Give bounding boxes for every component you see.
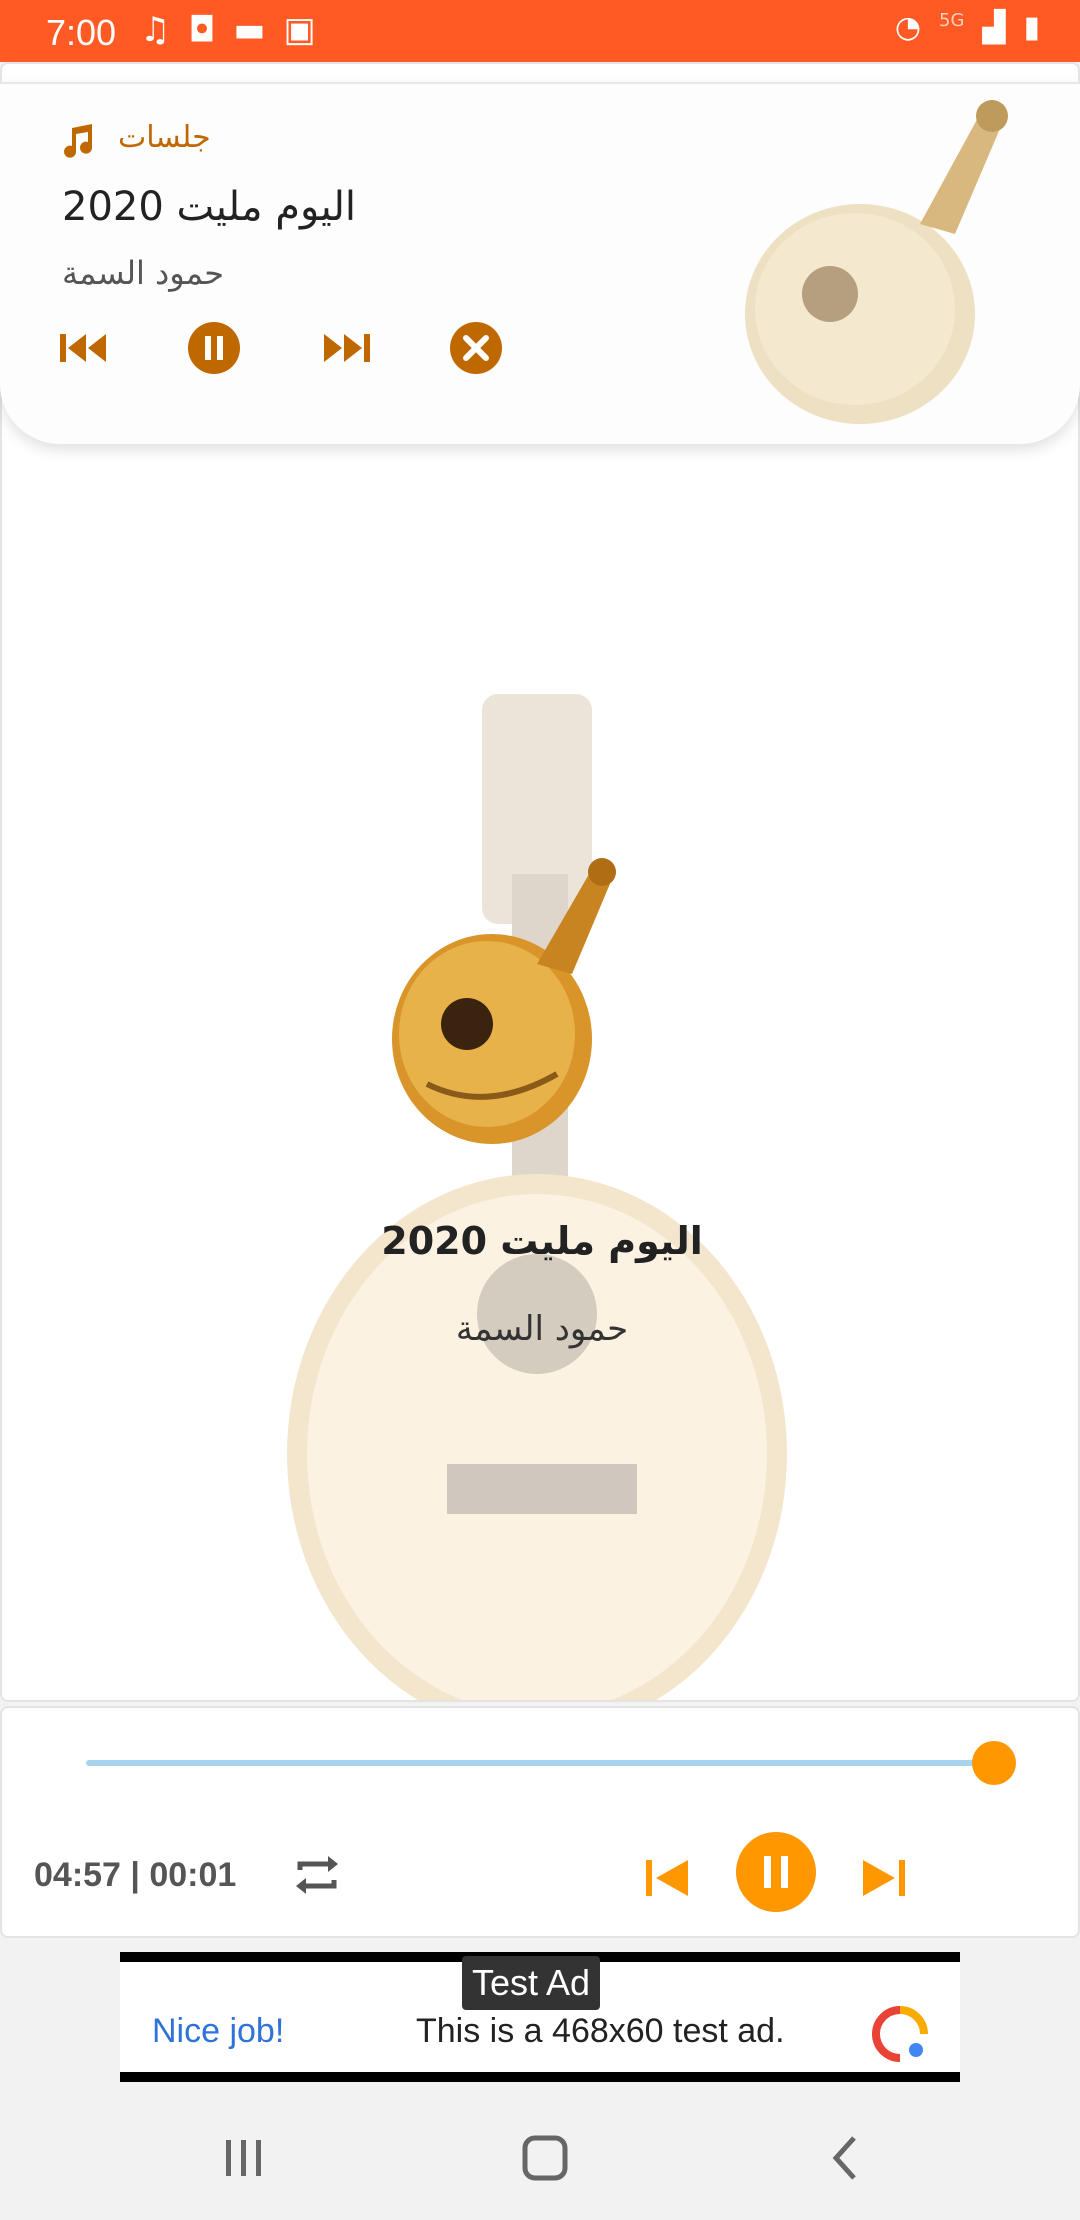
pause-icon: [764, 1856, 788, 1888]
chat-bubble-icon: ▬: [233, 10, 266, 50]
media-notification[interactable]: جلسات 2020 اليوم مليت حمود السمة: [0, 82, 1080, 444]
previous-track-icon[interactable]: [642, 1856, 694, 1900]
album-art-image: [392, 858, 616, 1144]
seek-thumb[interactable]: [972, 1741, 1016, 1785]
wifi-icon: ◔: [894, 10, 921, 45]
ad-cta[interactable]: Nice job!: [152, 2012, 284, 2051]
home-icon[interactable]: [515, 2130, 575, 2186]
status-bar: 7:00 ♫ ◘ ▬ ▣ ◔ 5G ▟ ▮: [0, 0, 1080, 62]
music-note-icon: [64, 124, 92, 158]
ad-logo-icon: [872, 2006, 928, 2062]
next-track-icon[interactable]: [857, 1856, 909, 1900]
close-icon[interactable]: [448, 320, 504, 376]
notification-title: 2020 اليوم مليت: [62, 184, 357, 230]
ad-text: This is a 468x60 test ad.: [416, 2012, 785, 2050]
music-note-icon: ♫: [140, 10, 171, 50]
signal-icon: ▟: [982, 10, 1006, 45]
skip-next-icon[interactable]: [318, 320, 374, 376]
time-display: 04:57 | 00:01: [34, 1856, 237, 1894]
shopping-bag-icon: ◘: [188, 10, 216, 50]
repeat-icon[interactable]: [292, 1850, 342, 1900]
player-controls: 04:57 | 00:01: [0, 1706, 1080, 1938]
skip-previous-icon[interactable]: [56, 320, 112, 376]
play-pause-button[interactable]: [736, 1832, 816, 1912]
system-nav-bar: [0, 2094, 1080, 2220]
status-time: 7:00: [46, 12, 117, 53]
5g-icon: 5G: [939, 10, 965, 31]
image-icon: ▣: [283, 10, 316, 50]
pause-icon[interactable]: [186, 320, 242, 376]
battery-charging-icon: ▮: [1023, 10, 1040, 45]
recent-apps-icon[interactable]: [214, 2130, 274, 2186]
seek-bar[interactable]: [86, 1760, 994, 1766]
track-title: 2020 اليوم مليت: [381, 1219, 703, 1263]
ad-banner[interactable]: Test Ad Nice job! This is a 468x60 test …: [120, 1952, 960, 2082]
notification-album-art: [745, 100, 1008, 424]
guitar-background-image: [287, 694, 787, 1700]
back-icon[interactable]: [818, 2130, 878, 2186]
ad-tag: Test Ad: [462, 1956, 601, 2010]
notification-artist: حمود السمة: [62, 254, 225, 292]
track-artist: حمود السمة: [455, 1309, 629, 1349]
notification-app-name: جلسات: [118, 120, 211, 155]
